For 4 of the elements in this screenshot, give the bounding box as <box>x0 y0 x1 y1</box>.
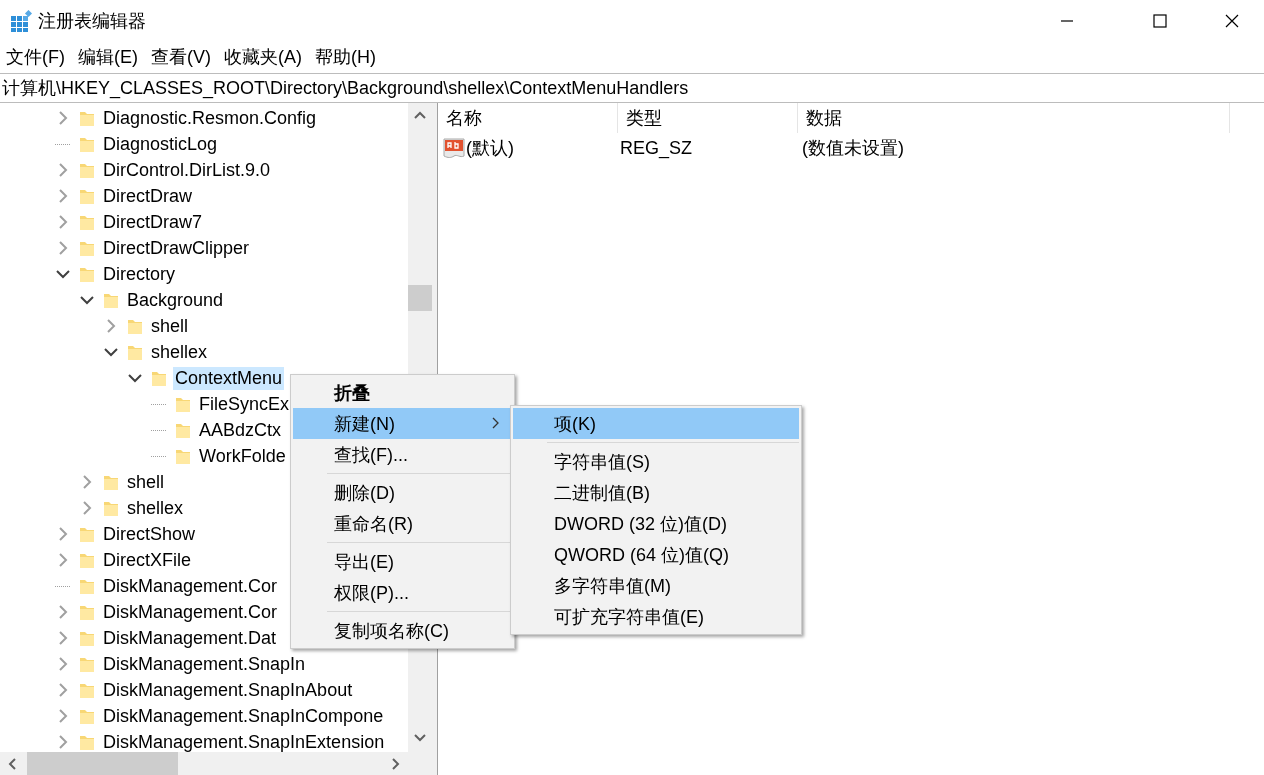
value-name: (默认) <box>466 137 514 160</box>
value-data: (数值未设置) <box>802 138 904 158</box>
window-title: 注册表编辑器 <box>38 10 146 33</box>
value-type: REG_SZ <box>620 137 693 158</box>
